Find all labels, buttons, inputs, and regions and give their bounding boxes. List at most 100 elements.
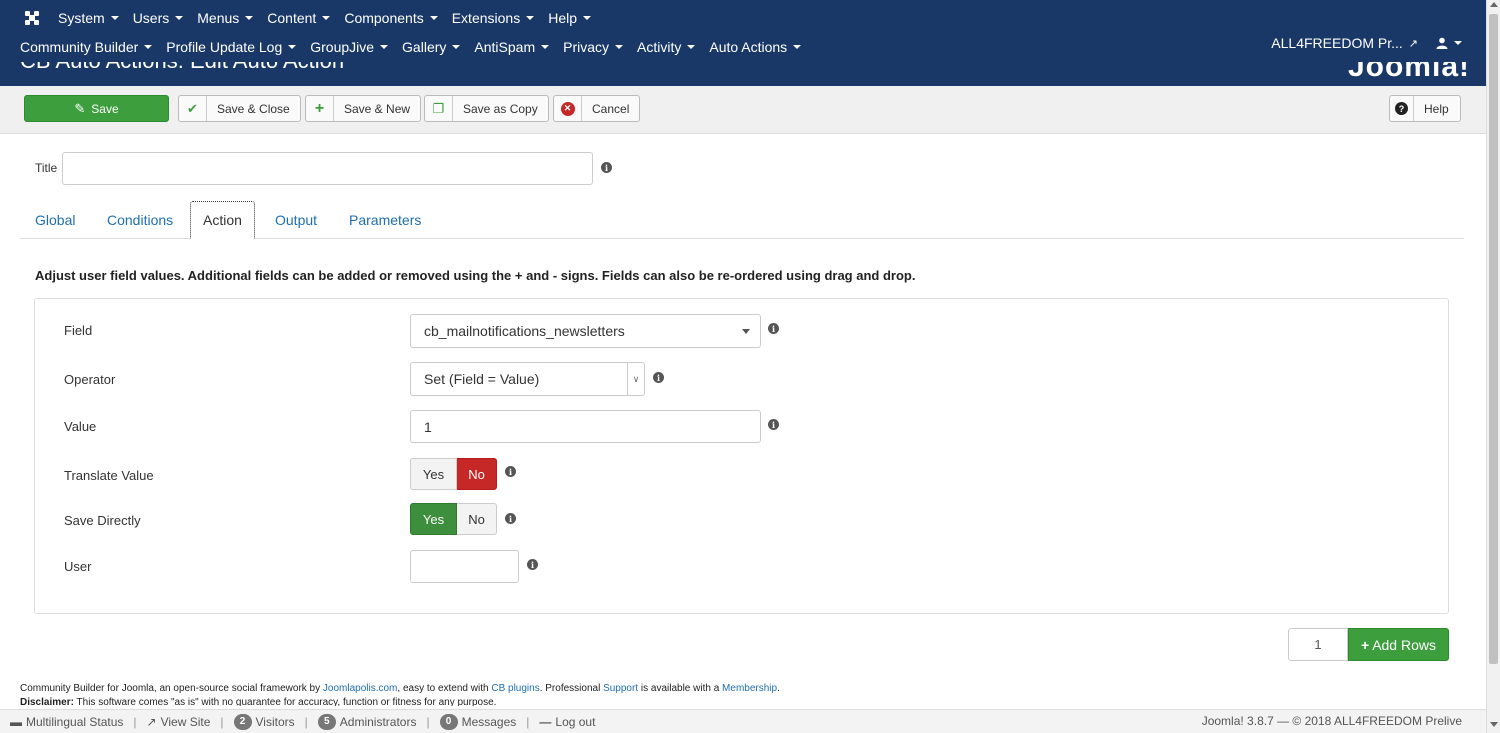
save-directly-yes-button[interactable]: Yes (410, 503, 457, 535)
menu-auto-actions[interactable]: Auto Actions (709, 39, 802, 55)
cancel-button[interactable]: ✕ Cancel (553, 95, 641, 122)
menu-extensions[interactable]: Extensions (451, 10, 535, 26)
menu-content[interactable]: Content (267, 10, 331, 26)
scroll-down-icon[interactable] (1490, 722, 1498, 727)
menu-profile-update-log-label: Profile Update Log (166, 39, 283, 55)
menu-activity-label: Activity (637, 39, 682, 55)
caret-down-icon (541, 45, 550, 49)
question-icon: ? (1390, 96, 1414, 121)
tab-parameters[interactable]: Parameters (337, 200, 433, 239)
tab-global[interactable]: Global (23, 200, 87, 239)
info-icon[interactable]: i (505, 513, 516, 524)
tab-action[interactable]: Action (190, 201, 255, 239)
user-label: User (64, 559, 92, 574)
menu-gallery-label: Gallery (402, 39, 447, 55)
menu-gallery[interactable]: Gallery (402, 39, 461, 55)
view-site-link[interactable]: ↗ View Site (137, 715, 221, 729)
version-text: Joomla! 3.8.7 — © 2018 ALL4FREEDOM Preli… (1201, 714, 1462, 728)
joomlapolis-link[interactable]: Joomlapolis.com (323, 683, 397, 694)
user-menu[interactable] (1436, 37, 1462, 49)
tab-output[interactable]: Output (263, 200, 329, 239)
plus-icon: + (1361, 636, 1370, 653)
site-name-link[interactable]: ALL4FREEDOM Pr... (1271, 35, 1402, 51)
field-select[interactable]: cb_mailnotifications_newsletters (410, 314, 761, 348)
multilingual-status-link[interactable]: ▬ Multilingual Status (0, 715, 133, 729)
scroll-up-icon[interactable] (1490, 2, 1498, 7)
caret-down-icon (583, 16, 591, 20)
save-button[interactable]: ✎ Save (24, 95, 169, 122)
save-close-label: Save & Close (217, 101, 290, 116)
value-input[interactable]: 1 (410, 410, 761, 443)
save-directly-label: Save Directly (64, 513, 141, 528)
joomla-logo-icon[interactable] (24, 10, 40, 26)
caret-down-icon (452, 45, 461, 49)
info-icon[interactable]: i (601, 162, 612, 173)
logout-link[interactable]: — Log out (529, 715, 605, 729)
external-link-icon: ↗ (146, 714, 157, 729)
save-directly-no-button[interactable]: No (457, 503, 497, 535)
caret-down-icon (175, 16, 184, 20)
rows-count-input[interactable]: 1 (1288, 628, 1348, 661)
translate-no-button[interactable]: No (457, 458, 497, 490)
edit-icon: ✎ (74, 100, 86, 116)
caret-down-icon (288, 45, 297, 49)
caret-down-icon (687, 45, 696, 49)
footer-text: is available with a (638, 683, 723, 694)
menu-community-builder[interactable]: Community Builder (20, 39, 153, 55)
visitors-link[interactable]: 2 Visitors (224, 713, 305, 730)
footer-text: Community Builder for Joomla, an open-so… (20, 683, 323, 694)
menu-users[interactable]: Users (133, 10, 184, 26)
operator-select[interactable]: Set (Field = Value) ∨ (410, 362, 645, 396)
menu-components[interactable]: Components (344, 10, 438, 26)
info-icon[interactable]: i (653, 372, 664, 383)
menu-menus-label: Menus (197, 10, 240, 26)
action-description: Adjust user field values. Additional fie… (35, 268, 916, 283)
vertical-scrollbar[interactable] (1486, 0, 1500, 733)
cb-plugins-link[interactable]: CB plugins (491, 683, 539, 694)
tab-conditions[interactable]: Conditions (95, 200, 185, 239)
info-icon[interactable]: i (505, 466, 516, 477)
menu-profile-update-log[interactable]: Profile Update Log (166, 39, 297, 55)
nav-row-components: Community Builder Profile Update Log Gro… (20, 35, 815, 59)
administrators-link[interactable]: 5 Administrators (308, 713, 427, 730)
user-input[interactable] (410, 550, 519, 583)
add-rows-button[interactable]: + Add Rows (1348, 628, 1449, 661)
menu-groupjive[interactable]: GroupJive (310, 39, 389, 55)
menu-system-label: System (58, 10, 105, 26)
info-icon[interactable]: i (768, 323, 779, 334)
info-icon[interactable]: i (768, 419, 779, 430)
caret-down-icon (322, 16, 331, 20)
translate-yes-button[interactable]: Yes (410, 458, 457, 490)
menu-activity[interactable]: Activity (637, 39, 696, 55)
menu-extensions-label: Extensions (451, 10, 521, 26)
save-close-button[interactable]: ✔ Save & Close (178, 95, 301, 122)
menu-menus[interactable]: Menus (197, 10, 254, 26)
cancel-icon: ✕ (554, 96, 582, 121)
messages-link[interactable]: 0 Messages (430, 713, 527, 730)
info-icon[interactable]: i (527, 559, 538, 570)
copy-icon: ❐ (425, 96, 453, 121)
membership-link[interactable]: Membership (722, 683, 777, 694)
menu-antispam[interactable]: AntiSpam (474, 39, 550, 55)
caret-down-icon (615, 45, 624, 49)
save-new-button[interactable]: + Save & New (305, 95, 422, 122)
title-label: Title (35, 161, 58, 175)
menu-system[interactable]: System (58, 10, 119, 26)
scrollbar-thumb[interactable] (1489, 14, 1498, 664)
title-input[interactable] (62, 152, 593, 185)
menu-help[interactable]: Help (548, 10, 591, 26)
cancel-label: Cancel (592, 101, 630, 116)
disclaimer-label: Disclaimer: (20, 697, 74, 706)
field-select-value: cb_mailnotifications_newsletters (424, 323, 625, 339)
help-button[interactable]: ? Help (1389, 95, 1461, 122)
disclaimer-text: This software comes "as is" with no guar… (73, 697, 497, 706)
support-link[interactable]: Support (603, 683, 638, 694)
external-link-icon[interactable]: ↗ (1409, 37, 1418, 50)
caret-down-icon (526, 16, 535, 20)
translate-value-toggle: Yes No (410, 458, 497, 490)
top-navbar: System Users Menus Content Components Ex… (0, 0, 1486, 62)
caret-down-icon (380, 45, 389, 49)
menu-privacy[interactable]: Privacy (563, 39, 624, 55)
administrators-label: Administrators (339, 714, 417, 729)
save-copy-button[interactable]: ❐ Save as Copy (424, 95, 549, 122)
